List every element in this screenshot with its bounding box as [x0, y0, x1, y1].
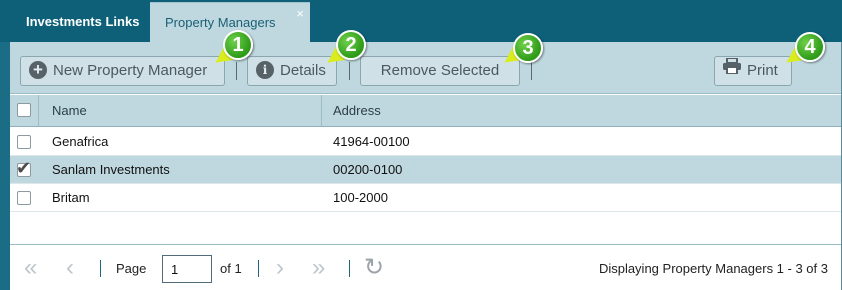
toolbar-separator [236, 62, 237, 80]
left-accent-bar [0, 42, 10, 290]
cell-address: 41964-00100 [333, 134, 410, 149]
select-all-checkbox[interactable] [17, 103, 31, 117]
close-icon[interactable]: × [296, 0, 304, 34]
table-row[interactable]: Genafrica 41964-00100 [10, 128, 841, 156]
row-checkbox[interactable] [17, 191, 31, 205]
page-number-input[interactable] [162, 255, 212, 283]
printer-icon [723, 56, 741, 84]
column-header-address[interactable]: Address [333, 95, 381, 127]
page-count-label: of 1 [220, 261, 242, 276]
refresh-icon[interactable]: ↻ [364, 255, 384, 281]
next-page-icon[interactable]: › [276, 255, 284, 281]
toolbar-separator [531, 62, 532, 80]
tab-investments-label: Investments Links [26, 14, 140, 29]
new-property-manager-label: New Property Manager [53, 62, 208, 79]
column-header-name[interactable]: Name [52, 95, 87, 127]
cell-name: Genafrica [52, 134, 109, 149]
toolbar-separator [349, 62, 350, 80]
pagination-bar: « ‹ Page of 1 › » ↻ Displaying Property … [10, 244, 841, 290]
paging-status-text: Displaying Property Managers 1 - 3 of 3 [598, 261, 828, 276]
first-page-icon[interactable]: « [24, 255, 37, 281]
cell-name: Britam [52, 190, 90, 205]
page-label: Page [116, 261, 147, 276]
previous-page-icon[interactable]: ‹ [66, 255, 74, 281]
toolbar: + New Property Manager i Details Remove Se… [10, 42, 841, 94]
last-page-icon[interactable]: » [312, 255, 325, 281]
print-button[interactable]: Print [714, 56, 792, 86]
cell-address: 100-2000 [333, 190, 388, 205]
info-circle-icon: i [256, 61, 274, 80]
callout-badge-1: 1 [223, 30, 253, 60]
tab-investments-links[interactable]: Investments Links [11, 2, 148, 42]
details-button[interactable]: i Details [247, 56, 337, 86]
remove-selected-label: Remove Selected [380, 62, 500, 79]
new-property-manager-button[interactable]: + New Property Manager [20, 56, 225, 86]
cell-name: Sanlam Investments [52, 162, 170, 177]
plus-circle-icon: + [29, 61, 47, 80]
callout-badge-3: 3 [513, 33, 543, 63]
row-checkbox[interactable] [17, 135, 31, 149]
pager-separator [100, 260, 101, 277]
callout-badge-4: 4 [795, 32, 825, 62]
cell-address: 00200-0100 [333, 162, 403, 177]
column-separator [321, 95, 322, 127]
pager-separator [349, 260, 350, 277]
pager-separator [258, 260, 259, 277]
remove-selected-button[interactable]: Remove Selected [360, 56, 520, 86]
tab-property-label: Property Managers [165, 15, 276, 30]
column-separator [38, 95, 39, 127]
table-row[interactable]: Britam 100-2000 [10, 184, 841, 212]
details-label: Details [280, 62, 326, 79]
table-row-selected[interactable]: ✔ Sanlam Investments 00200-0100 [10, 156, 841, 184]
print-label: Print [747, 62, 778, 79]
callout-badge-2: 2 [336, 30, 366, 60]
checkmark-icon: ✔ [16, 158, 32, 178]
grid-header: Name Address [10, 95, 841, 127]
tab-strip: Investments Links Property Managers × [0, 0, 842, 42]
